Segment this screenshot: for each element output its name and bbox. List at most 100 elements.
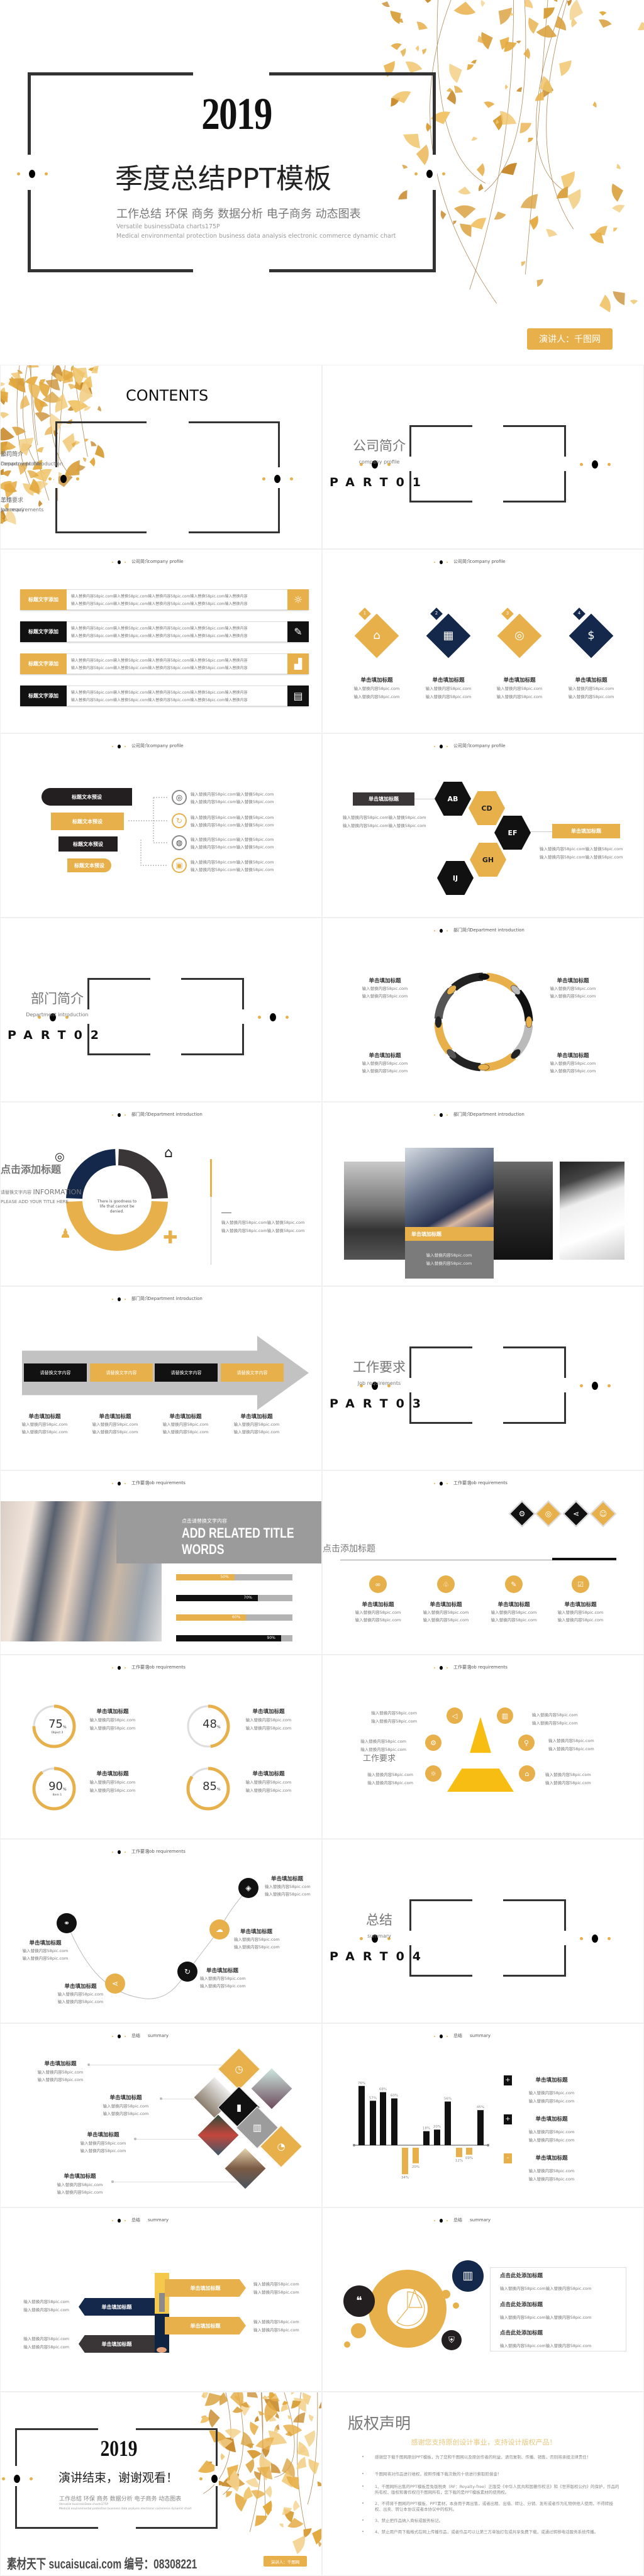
ginkgo-leaf bbox=[208, 2409, 220, 2428]
slide-curve-timeline[interactable]: 工作要求 Job requirements ⚭ ⋖ ↻ ☁ ◈ 单击填加标题 输入替换内容58p… bbox=[0, 1839, 322, 2023]
body-text-line: 输入替换内容58pic.com bbox=[362, 986, 408, 991]
slide-circle-chart[interactable]: 总结 summary ❝ ▥ ⛨ 点击此处添加标题 输入替换内容58pic.com输入替换内… bbox=[322, 2207, 644, 2392]
slide-part02[interactable]: 部门简介 Department introduction PART02 bbox=[0, 918, 322, 1102]
contents-title: CONTENTS bbox=[126, 387, 209, 404]
slide-ending[interactable]: 2019 演讲结束，谢谢观看！ 工作总结 环保 商务 数据分析 电子商务 动态图表 V… bbox=[0, 2392, 322, 2576]
bar-value-label: 34% bbox=[401, 2176, 409, 2180]
percent-title: 单击填加标题 bbox=[96, 1709, 129, 1715]
shield-icon: ⛨ bbox=[441, 2330, 462, 2350]
ginkgo-leaf bbox=[536, 279, 543, 287]
copyright-title: 版权声明 bbox=[347, 2414, 411, 2433]
gold-dot bbox=[289, 477, 293, 480]
progress-label: 90% bbox=[267, 1636, 275, 1640]
ginkgo-leaf bbox=[308, 2414, 314, 2422]
slide-copyright[interactable]: 版权声明 感谢您支持原创设计事业，支持设计版权产品！ 感谢您下载千图网原创PPT模板… bbox=[322, 2392, 644, 2576]
slide-arrow-process[interactable]: 部门简介 Department introduction 请替换文字内容 请替换文字内… bbox=[0, 1286, 322, 1470]
slide-cycle-ring[interactable]: 部门简介 Department introduction 单击填加标题 输入替换内容5… bbox=[322, 918, 644, 1102]
ginkgo-leaf bbox=[381, 1, 390, 8]
frame-gap bbox=[472, 1898, 503, 1902]
ring-arrow-segment bbox=[451, 972, 484, 991]
section-header-cn: 部门简介 bbox=[131, 1296, 149, 1301]
slide-photos[interactable]: 部门简介 Department introduction 单击填加标题 输入替换内容5… bbox=[322, 1102, 644, 1286]
slide-information[interactable]: 部门简介 Department introduction INFORMATION Th… bbox=[0, 1102, 322, 1286]
body-text-line: 输入替换内容58pic.com bbox=[426, 1261, 472, 1266]
body-text-line: 输入替换内容58pic.com输入替换58pic.com bbox=[343, 815, 426, 820]
body-text-line: 输入替换内容58pic.com bbox=[23, 2336, 69, 2341]
ring-item-title: 单击填加标题 bbox=[369, 978, 401, 984]
part-number: PART03 bbox=[329, 1397, 430, 1411]
hexagon: AB bbox=[435, 782, 471, 816]
gold-dot bbox=[75, 477, 79, 480]
bar-value-label: 18% bbox=[423, 2127, 430, 2131]
slide-list-bars[interactable]: 公司简介 company profile 标题文字添加 ☼ 输入替换内容58pic.co… bbox=[0, 549, 322, 733]
presenter-badge[interactable]: 演讲人：千图网 bbox=[527, 328, 613, 350]
black-dot bbox=[211, 2474, 218, 2483]
slide-pyramid[interactable]: 工作要求 Job requirements 工作要求 ◁ ▥ ⚙ ⚲ ☼ ⌂ 输入替换内容58pi… bbox=[322, 1655, 644, 1839]
gold-dot bbox=[446, 745, 448, 748]
legend-title: 单击填加标题 bbox=[535, 2155, 568, 2162]
bar bbox=[466, 2148, 472, 2155]
body-text-line: 输入替换内容58pic.com bbox=[265, 1884, 311, 1889]
body-text-line: 输入替换内容58pic.com bbox=[367, 1772, 413, 1777]
gold-dot bbox=[579, 1384, 583, 1387]
curve-item-title: 单击填加标题 bbox=[206, 1968, 239, 1974]
ginkgo-leaf bbox=[35, 412, 51, 422]
slide-team-progress[interactable]: 工作要求 Job requirements 点击请替换文字内容 ADD RELATED… bbox=[0, 1470, 322, 1655]
ginkgo-leaf bbox=[484, 101, 495, 108]
ginkgo-leaf bbox=[449, 64, 462, 84]
ginkgo-leaf bbox=[611, 183, 623, 202]
search-settings-icon: ⚙ bbox=[425, 1735, 441, 1751]
slide-diamonds[interactable]: 公司简介 company profile ⌂ 1 单击填加标题 输入替换内容58pic.c… bbox=[322, 549, 644, 733]
gold-dot bbox=[433, 745, 436, 748]
target-icon: ◎ bbox=[172, 790, 187, 805]
gold-bubble bbox=[453, 2302, 459, 2309]
ginkgo-leaf bbox=[36, 447, 44, 453]
baseline-cap bbox=[353, 2144, 355, 2146]
body-text-line: 输入替换内容58pic.com输入替换58pic.com bbox=[343, 823, 426, 828]
body-text-line: 输入替换内容58pic.com bbox=[245, 1780, 292, 1785]
black-dot bbox=[60, 474, 67, 483]
body-text-line: 输入替换内容58pic.com bbox=[57, 2190, 103, 2195]
ginkgo-leaf bbox=[303, 2528, 312, 2538]
body-text-line: 输入替换内容58pic.com输入替换58pic.com输入替换内容58pic.… bbox=[71, 658, 248, 663]
slide-icon-row[interactable]: 工作要求 Job requirements ⚙ ◎ ⋖ ☺ 点击添加标题 ∞ 单击填加标题 输入替… bbox=[322, 1470, 644, 1655]
bar bbox=[370, 2101, 376, 2145]
slide-hexagons[interactable]: 公司简介 company profile 单击填加标题 输入替换内容58pic.com… bbox=[322, 733, 644, 918]
slide-contents[interactable]: CONTENTS 公司简介 company profile 部门简介 Departmen… bbox=[0, 365, 322, 549]
slide-percent-rings[interactable]: 工作要求 Job requirements 75% Object 1 单击填加标题 输入替… bbox=[0, 1655, 322, 1839]
number-badge-text: 1 bbox=[363, 611, 367, 616]
slide-bar-chart[interactable]: 总结 summary 76% 57% 68% 60% 34% 20% 18% 20% 56% 12% 0… bbox=[322, 2023, 644, 2207]
body-text-line: 输入替换内容58pic.com输入替换58pic.com输入替换内容58pic.… bbox=[71, 666, 248, 670]
slide-diamond-photos[interactable]: 总结 summary ◷ ▮ ▥ ◔ 单击填加标题 输入替换内容58pic.com 输入替换内容… bbox=[0, 2023, 322, 2207]
presenter-badge[interactable]: 演讲人：千图网 bbox=[264, 2556, 307, 2567]
body-text-line: 输入替换内容58pic.com bbox=[89, 1726, 136, 1731]
body-text-line: 输入替换内容58pic.com bbox=[545, 1780, 591, 1785]
body-text-line: 输入替换内容58pic.com输入替换58pic.com输入替换内容58pic.… bbox=[71, 698, 248, 702]
ginkgo-leaf bbox=[476, 163, 485, 177]
gold-dot bbox=[111, 1482, 114, 1485]
frame-gap bbox=[147, 420, 189, 425]
slide-pencils[interactable]: 总结 summary 单击填加标题 单击填加标题 单击填加标题 单击填加标题 输入替换内容5… bbox=[0, 2207, 322, 2392]
frame-gap bbox=[54, 467, 58, 488]
slide-flow-tree[interactable]: 公司简介 company profile 标题文本预设 标题文本预设 标题文本预设 标题文… bbox=[0, 733, 322, 918]
slide-part03[interactable]: 工作要求 Job requirements PART03 bbox=[322, 1286, 644, 1470]
bar-chart-icon: ▥ bbox=[497, 1707, 513, 1724]
part-number: PART01 bbox=[329, 475, 430, 489]
ginkgo-leaf bbox=[308, 2458, 319, 2475]
diamond-glyph: $ bbox=[587, 629, 595, 642]
body-text-line: 输入替换内容58pic.com bbox=[22, 1948, 69, 1953]
circle-item-title: 点击此处添加标题 bbox=[500, 2302, 543, 2308]
body-text-line: 输入替换内容58pic.com bbox=[37, 2070, 84, 2075]
diamond-glyph: ◎ bbox=[545, 1509, 552, 1518]
process-box: 请替换文字内容 bbox=[90, 1363, 153, 1382]
frame-gap bbox=[193, 268, 269, 274]
percent-value: 48 bbox=[203, 1718, 217, 1731]
slide-part01[interactable]: 公司简介 company profile PART01 bbox=[322, 365, 644, 549]
part-subtitle: Department introduction bbox=[26, 1012, 89, 1018]
body-text-line: 输入替换内容58pic.com bbox=[57, 1992, 104, 1997]
copyright-subtitle: 感谢您支持原创设计事业，支持设计版权产品！ bbox=[411, 2438, 557, 2446]
ginkgo-leaf bbox=[38, 500, 43, 508]
search-icon: ⚲ bbox=[518, 1735, 535, 1751]
ginkgo-leaf bbox=[27, 470, 39, 479]
slide-part04[interactable]: 总结 summary PART04 bbox=[322, 1839, 644, 2023]
